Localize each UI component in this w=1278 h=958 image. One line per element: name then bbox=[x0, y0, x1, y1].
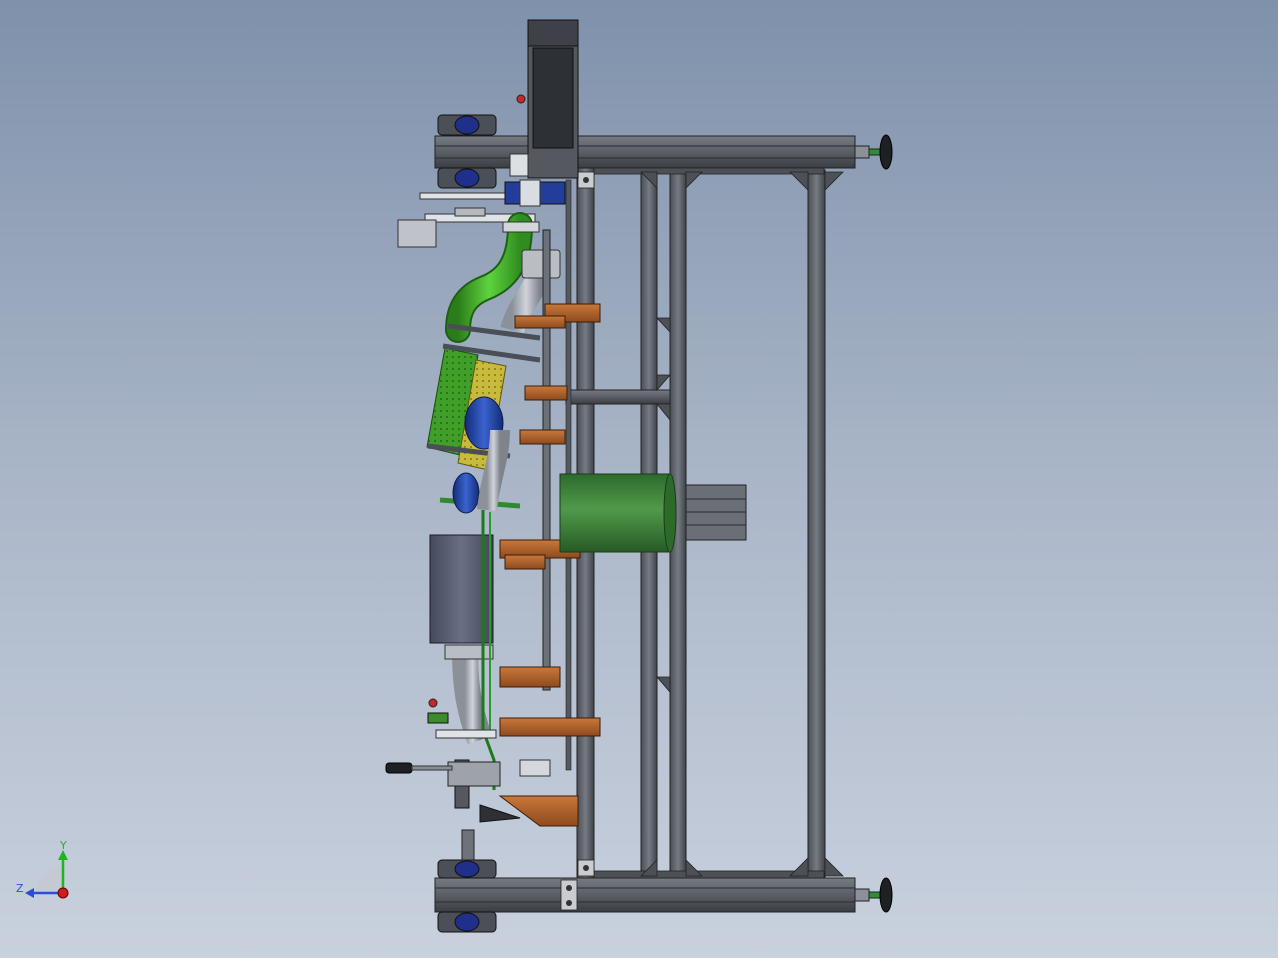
handwheel-icon[interactable] bbox=[385, 762, 453, 774]
upper-mount bbox=[397, 179, 566, 248]
leveling-foot-top bbox=[854, 134, 893, 170]
green-drum-cylinder bbox=[559, 473, 677, 553]
axis-label-y: Y bbox=[59, 839, 67, 852]
top-beam bbox=[434, 135, 856, 169]
valve-icon bbox=[428, 698, 438, 708]
coordinate-triad-icon: Y Z bbox=[16, 839, 69, 899]
leveling-foot-bottom bbox=[854, 877, 893, 913]
mounting-plate bbox=[685, 484, 747, 541]
grey-pipe-lower bbox=[444, 644, 494, 745]
column-4 bbox=[807, 169, 826, 879]
cad-viewport[interactable]: Y Z bbox=[0, 0, 1278, 958]
control-cabinet bbox=[509, 19, 579, 179]
axis-label-z: Z bbox=[16, 882, 24, 895]
guide-rod bbox=[542, 229, 551, 691]
cross-rail bbox=[565, 389, 671, 405]
lower-clamp-assembly bbox=[435, 729, 551, 861]
blue-canister-lower bbox=[452, 472, 480, 514]
bottom-beam bbox=[434, 877, 856, 913]
